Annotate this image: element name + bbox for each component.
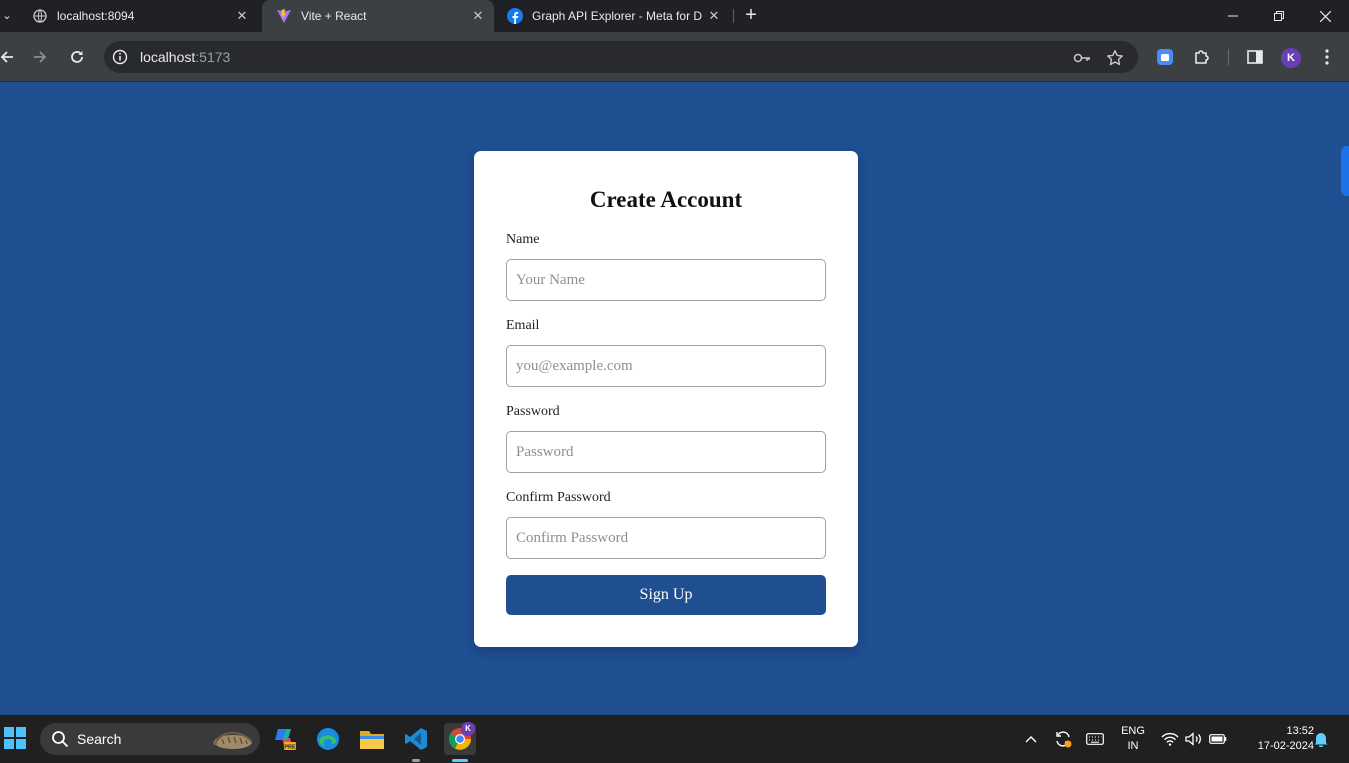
password-input[interactable]	[506, 431, 826, 473]
tab-graph-api-explorer[interactable]: Graph API Explorer - Meta for D ✕	[494, 0, 730, 32]
sign-up-button[interactable]: Sign Up	[506, 575, 826, 615]
chrome-active-indicator	[452, 759, 468, 762]
lang-region: IN	[1127, 740, 1139, 752]
tab-title: Graph API Explorer - Meta for D	[532, 9, 703, 23]
email-label: Email	[506, 318, 540, 333]
facebook-icon	[507, 8, 523, 24]
svg-text:PRE: PRE	[284, 745, 296, 751]
notification-bell-icon[interactable]	[1312, 715, 1330, 763]
signup-card: Create Account Name Email Password Confi…	[474, 151, 858, 647]
profile-avatar[interactable]: K	[1281, 48, 1301, 68]
password-key-icon[interactable]	[1073, 49, 1091, 67]
more-menu-icon[interactable]	[1317, 47, 1337, 67]
confirm-password-input[interactable]	[506, 517, 826, 559]
show-hidden-icons-chevron-icon[interactable]	[1021, 715, 1041, 763]
tab-search-chevron-icon[interactable]: ⌄	[0, 6, 14, 26]
url-port: :5173	[195, 49, 231, 65]
vscode-running-indicator	[412, 759, 420, 762]
reload-icon[interactable]	[66, 46, 88, 68]
windows-start-icon[interactable]	[4, 727, 26, 749]
close-window-button[interactable]	[1302, 0, 1348, 32]
taskbar: Search PRE K ENG IN 13:52 17-02-2024	[0, 715, 1349, 763]
vite-logo-icon	[276, 8, 292, 24]
globe-icon	[32, 8, 48, 24]
toolbar-separator	[1228, 49, 1229, 65]
clock-date: 17-02-2024	[1257, 740, 1314, 752]
sync-update-icon[interactable]	[1052, 715, 1074, 763]
minimize-button[interactable]	[1210, 0, 1256, 32]
side-panel-handle[interactable]	[1341, 146, 1349, 196]
vscode-icon[interactable]	[400, 723, 432, 755]
volume-icon[interactable]	[1184, 715, 1204, 763]
name-label: Name	[506, 232, 540, 247]
new-tab-button[interactable]: +	[740, 5, 762, 27]
battery-icon[interactable]	[1208, 715, 1228, 763]
tab-vite-react[interactable]: Vite + React ✕	[262, 0, 494, 32]
restore-button[interactable]	[1256, 0, 1302, 32]
search-label: Search	[77, 731, 122, 747]
search-highlight-pangolin-icon	[210, 727, 256, 751]
tab-close-icon[interactable]: ✕	[468, 6, 488, 26]
file-explorer-icon[interactable]	[356, 723, 388, 755]
chrome-profile-badge: K	[461, 722, 475, 736]
site-info-icon[interactable]	[112, 49, 128, 65]
confirm-password-label: Confirm Password	[506, 490, 611, 505]
name-input[interactable]	[506, 259, 826, 301]
taskbar-search-box[interactable]: Search	[40, 723, 260, 755]
edge-browser-icon[interactable]	[312, 723, 344, 755]
tab-localhost-8094[interactable]: localhost:8094 ✕	[18, 0, 258, 32]
url-text: localhost:5173	[140, 49, 230, 65]
email-input[interactable]	[506, 345, 826, 387]
address-bar[interactable]: localhost:5173	[104, 41, 1138, 73]
tab-title: localhost:8094	[57, 9, 135, 23]
clock-time: 13:52	[1286, 725, 1314, 737]
wifi-icon[interactable]	[1160, 715, 1180, 763]
forward-arrow-icon[interactable]	[29, 46, 51, 68]
url-host: localhost	[140, 49, 196, 65]
bookmark-star-icon[interactable]	[1106, 49, 1124, 67]
side-panel-icon[interactable]	[1245, 47, 1265, 67]
extensions-puzzle-icon[interactable]	[1192, 47, 1212, 67]
system-clock[interactable]: 13:52 17-02-2024	[1236, 724, 1314, 754]
input-language-indicator[interactable]: ENG IN	[1118, 724, 1148, 754]
copilot-app-icon[interactable]: PRE	[268, 723, 300, 755]
tab-title: Vite + React	[301, 9, 367, 23]
tab-close-icon[interactable]: ✕	[232, 6, 252, 26]
tab-close-icon[interactable]: ✕	[704, 6, 724, 26]
back-arrow-icon[interactable]	[0, 46, 18, 68]
tab-strip: ⌄ localhost:8094 ✕ Vite + React ✕ Graph …	[0, 0, 1349, 32]
browser-toolbar: localhost:5173 K	[0, 32, 1349, 82]
tab-separator	[733, 9, 734, 23]
form-title: Create Account	[589, 187, 743, 212]
search-icon	[51, 730, 69, 753]
keyboard-icon[interactable]	[1085, 715, 1105, 763]
extension-app-icon[interactable]	[1155, 47, 1175, 67]
password-label: Password	[506, 404, 560, 419]
lang-code: ENG	[1121, 725, 1145, 737]
